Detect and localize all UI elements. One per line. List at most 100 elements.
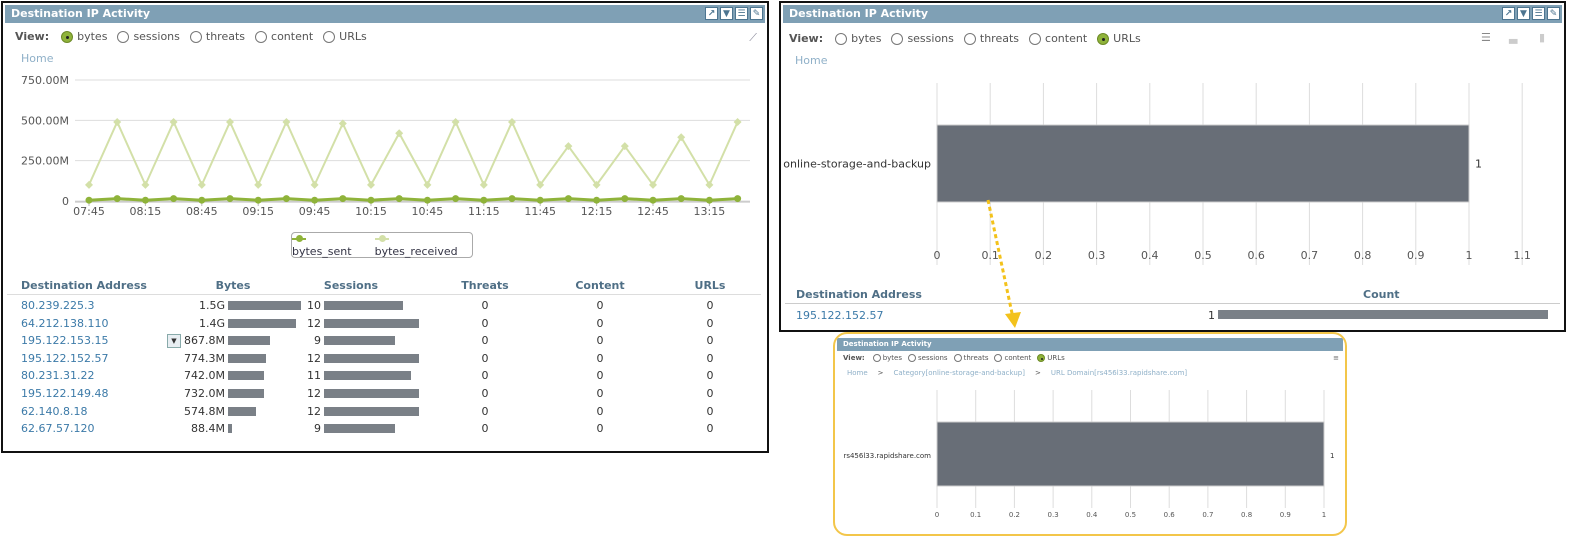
data-point-bytes_sent (564, 195, 572, 203)
data-point-bytes_sent (705, 196, 713, 204)
data-point-bytes_sent (621, 195, 629, 203)
row-address[interactable]: 64.212.138.110 (21, 317, 108, 330)
row-threats: 0 (481, 369, 489, 383)
col-header-destination[interactable]: Destination Address (796, 288, 922, 301)
data-point-bytes_received (395, 129, 404, 138)
data-point-bytes_sent (141, 196, 149, 204)
row-threats: 0 (481, 334, 489, 348)
row-content: 0 (596, 404, 604, 418)
x-tick-label: 11:45 (524, 205, 556, 218)
count-bar (1218, 310, 1548, 319)
row-bytes: 742.0M (184, 369, 225, 383)
sessions-bar (324, 353, 419, 363)
sessions-bar (324, 336, 396, 346)
col-header[interactable]: Bytes (183, 279, 283, 292)
legend-bytes-received[interactable]: bytes_received (374, 232, 472, 258)
destination-ip-activity-panel-url-domain: Destination IP Activity View: bytes sess… (833, 332, 1347, 536)
col-header[interactable]: Threats (435, 279, 535, 292)
row-address[interactable]: 62.140.8.18 (21, 405, 87, 418)
legend-bytes-sent[interactable]: bytes_sent (292, 232, 367, 258)
x-tick-label: 0.8 (1241, 511, 1252, 519)
data-point-bytes_sent (311, 196, 319, 204)
row-sessions: 12 (307, 404, 321, 418)
col-header-count[interactable]: Count (1363, 288, 1400, 301)
x-tick-label: 0.7 (1301, 249, 1319, 262)
x-tick-label: 1 (1322, 511, 1326, 519)
data-point-bytes_received (508, 117, 516, 126)
data-point-bytes_sent (339, 195, 347, 203)
x-tick-label: 07:45 (73, 205, 105, 218)
sessions-bar (324, 318, 419, 328)
row-urls: 0 (706, 316, 714, 330)
row-bytes: 1.5G (198, 299, 225, 312)
x-tick-label: 0.1 (970, 511, 981, 519)
url-domain-bar-chart: 0 0.1 0.2 0.3 0.4 0.5 0.6 0.7 0.8 0.9 1 rs456l33.ra… (843, 390, 1334, 519)
bar (936, 124, 1470, 203)
data-point-bytes_sent (423, 196, 431, 204)
x-tick-label: 1.1 (1513, 249, 1531, 262)
x-tick-label: 0.2 (1009, 511, 1020, 519)
col-header[interactable]: URLs (660, 279, 760, 292)
x-tick-label: 0.6 (1247, 249, 1265, 262)
row-sessions: 12 (307, 351, 321, 365)
x-tick-label: 0.9 (1280, 511, 1291, 519)
y-tick-label: 250.00M (21, 155, 69, 168)
col-header[interactable]: Content (550, 279, 650, 292)
bytes-bar (228, 353, 266, 363)
x-tick-label: 0.3 (1088, 249, 1106, 262)
bytes-bar (228, 371, 265, 381)
row-bytes: 574.8M (184, 404, 225, 418)
x-tick-label: 0 (934, 249, 941, 262)
x-tick-label: 0.2 (1035, 249, 1053, 262)
row-address[interactable]: 195.122.152.57 (796, 309, 883, 322)
row-sessions: 12 (307, 387, 321, 400)
row-threats: 0 (481, 404, 489, 418)
row-urls: 0 (706, 334, 714, 348)
row-address[interactable]: 62.67.57.120 (21, 422, 94, 435)
x-tick-label: 0.5 (1125, 511, 1136, 519)
data-label: 1 (1475, 158, 1482, 171)
data-point-bytes_received (254, 180, 263, 189)
row-address[interactable]: 80.231.31.22 (21, 369, 94, 382)
row-threats: 0 (481, 351, 489, 365)
row-address[interactable]: 195.122.153.15 (21, 334, 108, 347)
row-urls: 0 (706, 387, 714, 400)
row-content: 0 (596, 316, 604, 330)
data-point-bytes_sent (367, 196, 375, 204)
table-divider (785, 303, 1560, 304)
col-header[interactable]: Sessions (301, 279, 401, 292)
row-count: 1 (1208, 309, 1215, 322)
table-divider (7, 294, 761, 295)
row-dropdown-button[interactable]: ▼ (167, 334, 181, 349)
row-content: 0 (596, 334, 604, 348)
data-point-bytes_sent (395, 195, 403, 203)
data-point-bytes_sent (734, 195, 742, 203)
row-content: 0 (596, 351, 604, 365)
x-tick-label: 0.9 (1407, 249, 1425, 262)
data-point-bytes_received (226, 117, 234, 126)
bar (936, 421, 1325, 487)
data-label: 1 (1330, 452, 1334, 460)
bytes-bar (228, 424, 233, 434)
sessions-bar (324, 389, 419, 398)
sessions-bar (324, 371, 412, 381)
x-tick-label: 0.4 (1141, 249, 1159, 262)
row-content: 0 (596, 422, 604, 436)
destination-ip-activity-panel-urls: Destination IP Activity ↗ ▼ ☰ ✎ View: by… (779, 1, 1566, 332)
y-tick-label: 750.00M (21, 74, 69, 87)
x-tick-label: 0 (935, 511, 939, 519)
row-urls: 0 (706, 299, 714, 312)
data-point-bytes_sent (282, 195, 290, 203)
data-point-bytes_sent (452, 195, 460, 203)
row-urls: 0 (706, 422, 714, 436)
row-address[interactable]: 195.122.149.48 (21, 387, 108, 400)
row-address[interactable]: 195.122.152.57 (21, 352, 108, 365)
data-point-bytes_received (169, 117, 178, 126)
col-header[interactable]: Destination Address (21, 279, 147, 292)
sessions-bar (324, 406, 419, 416)
x-tick-label: 0.4 (1086, 511, 1098, 519)
x-tick-label: 0.5 (1194, 249, 1212, 262)
row-bytes: 88.4M (191, 422, 225, 436)
row-address[interactable]: 80.239.225.3 (21, 299, 94, 312)
x-tick-label: 1 (1466, 249, 1473, 262)
